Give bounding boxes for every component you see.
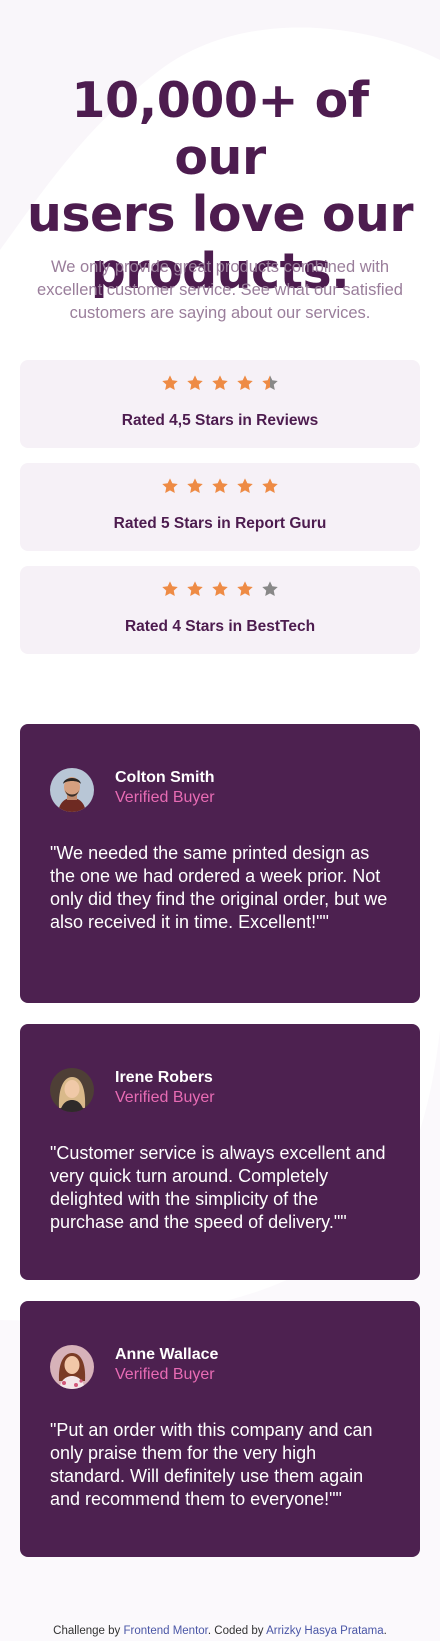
star-icon (162, 375, 178, 391)
reviewer-name: Anne Wallace (115, 1346, 219, 1363)
frontend-mentor-link[interactable]: Frontend Mentor (123, 1625, 207, 1637)
title-line: users love our (26, 186, 414, 243)
star-icon (162, 478, 178, 494)
star-rating (20, 580, 420, 598)
woman-avatar (50, 1345, 94, 1389)
star-icon (187, 581, 203, 597)
rating-label: Rated 4 Stars in BestTech (124, 618, 316, 635)
woman-avatar (50, 1068, 94, 1112)
star-icon (187, 478, 203, 494)
title-line: 10,000+ of our (71, 72, 369, 186)
attribution-footer: Challenge by Frontend Mentor. Coded by A… (0, 1625, 440, 1637)
star-icon (162, 581, 178, 597)
testimonial-card: Colton Smith Verified Buyer "We needed t… (20, 724, 420, 1003)
reviewer-role: Verified Buyer (115, 1366, 215, 1383)
testimonial-quote: "Customer service is always excellent an… (50, 1143, 386, 1232)
testimonial-card: Irene Robers Verified Buyer "Customer se… (20, 1024, 420, 1280)
star-icon (212, 478, 228, 494)
star-icon (212, 375, 228, 391)
star-icon (237, 478, 253, 494)
rating-label: Rated 4,5 Stars in Reviews (121, 412, 319, 429)
footer-text: . (383, 1625, 387, 1637)
empty-star-icon (262, 581, 278, 597)
footer-text: . Coded by (207, 1625, 264, 1637)
testimonial-quote: "We needed the same printed design as th… (50, 843, 388, 932)
rating-card: Rated 5 Stars in Report Guru (20, 463, 420, 551)
reviewer-name: Colton Smith (115, 769, 215, 786)
rating-card: Rated 4 Stars in BestTech (20, 566, 420, 654)
rating-label: Rated 5 Stars in Report Guru (113, 515, 327, 532)
star-icon (262, 478, 278, 494)
reviewer-name: Irene Robers (115, 1069, 213, 1086)
testimonial-quote: "Put an order with this company and can … (50, 1420, 373, 1509)
star-icon (212, 581, 228, 597)
testimonial-card: Anne Wallace Verified Buyer "Put an orde… (20, 1301, 420, 1557)
author-link[interactable]: Arrizky Hasya Pratama (266, 1625, 384, 1637)
reviewer-role: Verified Buyer (115, 789, 215, 806)
footer-text: Challenge by (53, 1625, 121, 1637)
star-icon (237, 375, 253, 391)
rating-card: Rated 4,5 Stars in Reviews (20, 360, 420, 448)
half-star-icon (262, 375, 278, 391)
hero-description: We only provide great products combined … (37, 258, 403, 322)
reviewer-role: Verified Buyer (115, 1089, 215, 1106)
star-rating (20, 477, 420, 495)
star-icon (237, 581, 253, 597)
star-rating (20, 374, 420, 392)
man-avatar (50, 768, 94, 812)
star-icon (187, 375, 203, 391)
